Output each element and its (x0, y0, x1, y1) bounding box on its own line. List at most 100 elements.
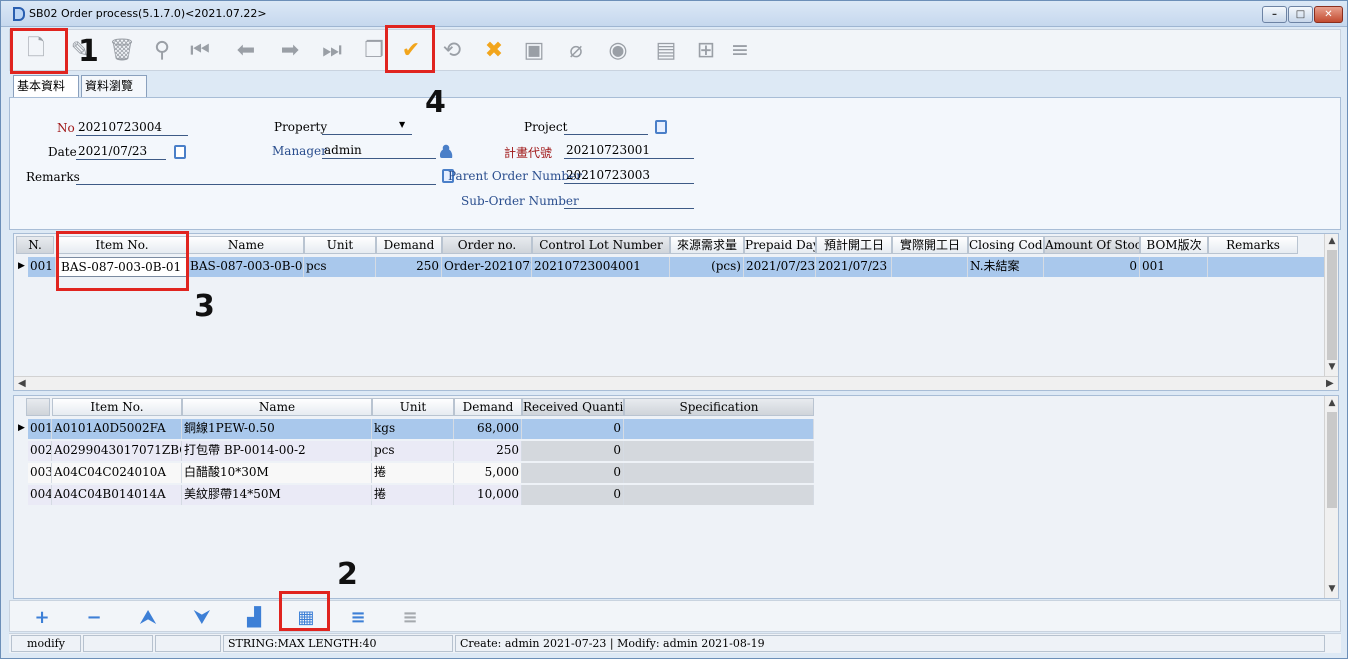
top-grid-hscroll[interactable]: ◀ ▶ (14, 376, 1338, 390)
col-header-actual-start[interactable]: 實際開工日 (892, 236, 968, 254)
col-header-lot[interactable]: Control Lot Number (532, 236, 670, 254)
move-down-icon[interactable]: ⮟ (190, 605, 214, 629)
print-icon[interactable]: ▤ (652, 36, 680, 64)
attach-icon[interactable]: ⌀ (562, 36, 590, 64)
cell-item-no: A0299043017071ZBC (52, 441, 182, 461)
project-field[interactable] (564, 119, 648, 135)
close-button[interactable]: ✕ (1314, 6, 1343, 23)
cell-unit: kgs (372, 419, 454, 439)
view-eye-icon[interactable]: ◉ (604, 36, 632, 64)
cell-name: 銅線1PEW-0.50 (182, 419, 372, 439)
tree-structure-icon[interactable]: ▟ (242, 605, 266, 629)
user-picker-icon[interactable] (440, 144, 456, 158)
first-record-icon[interactable]: ⏮ (186, 36, 214, 64)
col-header-demand[interactable]: Demand (454, 398, 522, 416)
refresh-icon[interactable]: ⟲ (438, 36, 466, 64)
table-row[interactable]: ▶ 001 A0101A0D5002FA 銅線1PEW-0.50 kgs 68,… (14, 418, 814, 440)
annotation-step-1: 1 (78, 34, 99, 69)
cell-demand: 5,000 (454, 463, 522, 483)
move-up-icon[interactable]: ⮝ (136, 605, 160, 629)
cell-remarks (1208, 257, 1326, 277)
col-header-plan-start[interactable]: 預計開工日 (816, 236, 892, 254)
add-row-icon[interactable]: + (30, 605, 54, 629)
table-row[interactable]: 004 A04C04B014014A 美紋膠帶14*50M 捲 10,000 0 (14, 484, 814, 506)
cell-received: 0 (522, 463, 624, 483)
col-header-seq[interactable]: N. (16, 236, 54, 254)
cancel-x-icon[interactable]: ✖ (480, 36, 508, 64)
col-header-prepaid[interactable]: Prepaid Day (744, 236, 816, 254)
col-header-unit[interactable]: Unit (304, 236, 376, 254)
date-field[interactable]: 2021/07/23 (76, 144, 166, 160)
scroll-thumb[interactable] (1327, 412, 1337, 508)
col-header-bom[interactable]: BOM版次 (1140, 236, 1208, 254)
scroll-up-icon[interactable]: ▲ (1325, 398, 1338, 408)
cell-lot: 20210723004001 (532, 257, 670, 277)
row-pointer-icon: ▶ (18, 423, 25, 433)
remarks-field[interactable] (76, 169, 436, 185)
cell-item-no: A04C04B014014A (52, 485, 182, 505)
top-grid-vscroll[interactable]: ▲ ▼ (1324, 234, 1338, 376)
project-picker-icon[interactable] (655, 120, 667, 134)
maximize-icon: □ (1295, 9, 1306, 20)
tab-data-browse[interactable]: 資料瀏覽 (81, 75, 147, 97)
highlight-save-detail-button (279, 591, 330, 631)
col-header-demand[interactable]: Demand (376, 236, 442, 254)
next-record-icon[interactable]: ➡ (276, 36, 304, 64)
scroll-right-icon[interactable]: ▶ (1326, 377, 1334, 390)
tree-icon[interactable]: ⊞ (692, 36, 720, 64)
manager-field[interactable]: admin (322, 143, 436, 159)
no-field[interactable]: 20210723004 (76, 120, 188, 136)
materials-grid: Item No. Name Unit Demand Received Quant… (13, 395, 1339, 599)
minimize-button[interactable]: – (1262, 6, 1287, 23)
parent-order-field[interactable]: 20210723003 (564, 168, 694, 184)
plan-code-field[interactable]: 20210723001 (564, 143, 694, 159)
col-header-specification[interactable]: Specification (624, 398, 814, 416)
scroll-down-icon[interactable]: ▼ (1325, 362, 1338, 372)
remove-row-icon[interactable]: − (82, 605, 106, 629)
cell-received: 0 (522, 419, 624, 439)
col-header-name[interactable]: Name (188, 236, 304, 254)
menu-icon[interactable]: ≡ (726, 36, 754, 64)
col-header-seq[interactable] (26, 398, 50, 416)
cell-spec (624, 463, 814, 483)
maximize-button[interactable]: □ (1288, 6, 1313, 23)
sub-order-field[interactable] (564, 193, 694, 209)
parent-order-label: Parent Order Number (448, 169, 582, 183)
scroll-thumb[interactable] (1327, 250, 1337, 360)
col-header-stock[interactable]: Amount Of Stock (1044, 236, 1140, 254)
book-icon[interactable]: ▣ (520, 36, 548, 64)
calendar-icon[interactable] (174, 145, 186, 159)
col-header-item-no[interactable]: Item No. (52, 398, 182, 416)
scroll-left-icon[interactable]: ◀ (18, 377, 26, 390)
search-icon[interactable]: ⚲ (148, 36, 176, 64)
col-header-src-qty[interactable]: 來源需求量 (670, 236, 744, 254)
col-header-received[interactable]: Received Quantity (522, 398, 624, 416)
status-blank-2 (155, 635, 221, 652)
cell-spec (624, 485, 814, 505)
table-row[interactable]: 003 A04C04C024010A 白醋酸10*30M 捲 5,000 0 (14, 462, 814, 484)
col-header-unit[interactable]: Unit (372, 398, 454, 416)
dropdown-arrow-icon[interactable]: ▼ (399, 120, 405, 129)
tab-basic-info[interactable]: 基本資料 (13, 75, 79, 97)
cell-closing: N.未結案 (968, 257, 1044, 277)
last-record-icon[interactable]: ⏭ (318, 36, 346, 64)
cell-spec (624, 419, 814, 439)
cell-prepaid: 2021/07/23 (744, 257, 816, 277)
plan-code-label: 計畫代號 (504, 146, 553, 160)
list-disabled-icon[interactable]: ≡ (398, 605, 422, 629)
col-header-name[interactable]: Name (182, 398, 372, 416)
col-header-order-no[interactable]: Order no. (442, 236, 532, 254)
col-header-closing[interactable]: Closing Code (968, 236, 1044, 254)
minimize-icon: – (1272, 9, 1277, 20)
delete-trash-icon[interactable]: 🗑 (108, 36, 136, 64)
table-row[interactable]: ▶ 001 BAS-087-003-0B-01 BAS-087-003-0B-0… (14, 256, 1326, 277)
bottom-grid-vscroll[interactable]: ▲ ▼ (1324, 396, 1338, 598)
scroll-down-icon[interactable]: ▼ (1325, 584, 1338, 594)
scroll-up-icon[interactable]: ▲ (1325, 236, 1338, 246)
table-row[interactable]: 002 A0299043017071ZBC 打包帶 BP-0014-00-2 p… (14, 440, 814, 462)
main-toolbar: 🗋 ✎ 🗑 ⚲ ⏮ ⬅ ➡ ⏭ ❐ ✔ ⟲ ✖ ▣ ⌀ ◉ ▤ ⊞ ≡ (9, 29, 1341, 71)
list-icon[interactable]: ≡ (346, 605, 370, 629)
col-header-remarks[interactable]: Remarks (1208, 236, 1298, 254)
copy-icon[interactable]: ❐ (360, 36, 388, 64)
previous-record-icon[interactable]: ⬅ (232, 36, 260, 64)
